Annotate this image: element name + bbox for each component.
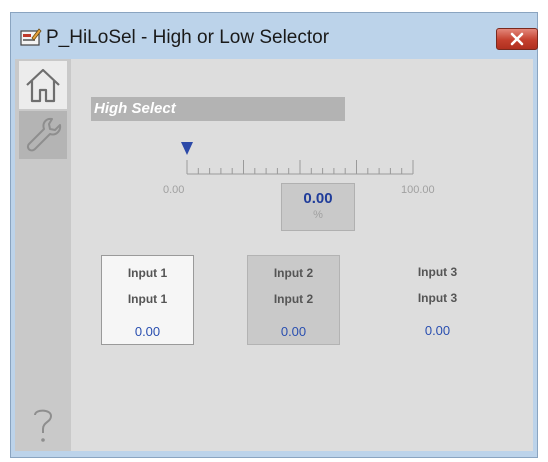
input-2-label: Input 2 xyxy=(273,292,314,306)
faceplate-client-area: High Select 0.00 100.00 0.00 % Input 1 I… xyxy=(15,59,533,451)
input-3-name: Input 3 xyxy=(417,265,458,279)
input-2-value: 0.00 xyxy=(280,324,307,339)
help-icon xyxy=(34,409,53,442)
output-scale xyxy=(181,142,414,175)
help-tab[interactable] xyxy=(19,403,67,447)
input-2-card[interactable]: Input 2 Input 2 0.00 xyxy=(247,255,340,345)
mode-label: High Select xyxy=(91,97,345,121)
input-3-value: 0.00 xyxy=(424,323,451,338)
input-1-label: Input 1 xyxy=(127,292,168,306)
input-2-name: Input 2 xyxy=(273,266,314,280)
faceplate-main-panel: High Select 0.00 100.00 0.00 % Input 1 I… xyxy=(71,59,533,451)
input-1-name: Input 1 xyxy=(127,266,168,280)
output-unit: % xyxy=(313,209,323,221)
close-icon xyxy=(510,32,524,46)
close-button[interactable] xyxy=(496,28,538,50)
scale-min-label: 0.00 xyxy=(163,184,185,196)
output-value-box: 0.00 % xyxy=(281,183,355,231)
maintenance-tab[interactable] xyxy=(19,111,67,159)
input-1-value: 0.00 xyxy=(134,324,161,339)
input-3-label: Input 3 xyxy=(417,291,458,305)
output-value: 0.00 xyxy=(303,190,333,207)
faceplate-nav-strip xyxy=(15,59,71,451)
input-1-card[interactable]: Input 1 Input 1 0.00 xyxy=(101,255,194,345)
input-3-card[interactable]: Input 3 Input 3 0.00 xyxy=(391,255,484,345)
scale-pointer-icon xyxy=(181,142,193,155)
home-tab[interactable] xyxy=(19,61,67,109)
window-title: P_HiLoSel - High or Low Selector xyxy=(46,27,330,48)
scale-max-label: 100.00 xyxy=(401,184,435,196)
faceplate-app-icon xyxy=(20,28,42,46)
title-bar[interactable]: P_HiLoSel - High or Low Selector xyxy=(11,13,538,59)
wrench-icon xyxy=(26,117,62,152)
faceplate-window: P_HiLoSel - High or Low Selector High Se… xyxy=(10,12,538,458)
home-icon xyxy=(26,68,60,103)
scale-ticks xyxy=(186,160,414,175)
